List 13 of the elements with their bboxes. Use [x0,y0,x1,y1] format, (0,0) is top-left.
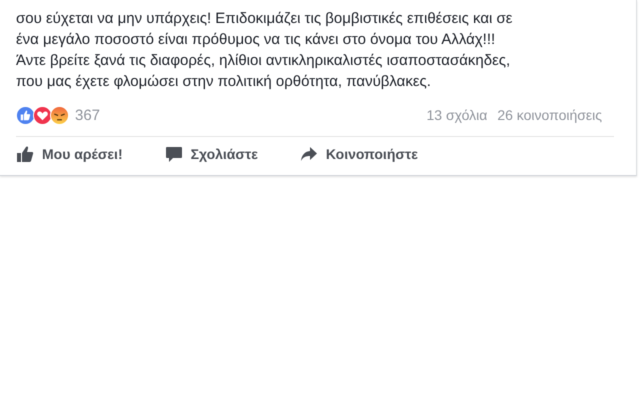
post-text: Άντε βρείτε ξανά τις διαφορές, ηλίθιοι αντικληρικαλιστές ισαποστασάκηδες, [16,51,510,71]
like-reaction-icon [16,106,35,124]
angry-reaction-icon [50,106,69,124]
heart-reaction-icon [33,106,52,124]
post-text: σου εύχεται να μην υπάρχεις! Επιδοκιμάζει τις βομβιστικές επιθέσεις και σε [16,9,512,29]
like-button[interactable]: Μου αρέσει! [14,141,125,167]
post-text: ένα μεγάλο ποσοστό είναι πρόθυμος να τις κάνει στο όνομα του Αλλάχ!!! [16,30,496,50]
comment-button[interactable]: Σχολιάστε [162,141,260,167]
post-text: που μας έχετε φλομώσει στην πολιτική ορθότητα, πανύβλακες. [16,72,431,92]
thumbs-up-icon [16,145,34,163]
share-button[interactable]: Κοινοποιήστε [298,141,420,167]
speech-bubble-icon [164,145,183,163]
share-arrow-icon [300,145,318,163]
